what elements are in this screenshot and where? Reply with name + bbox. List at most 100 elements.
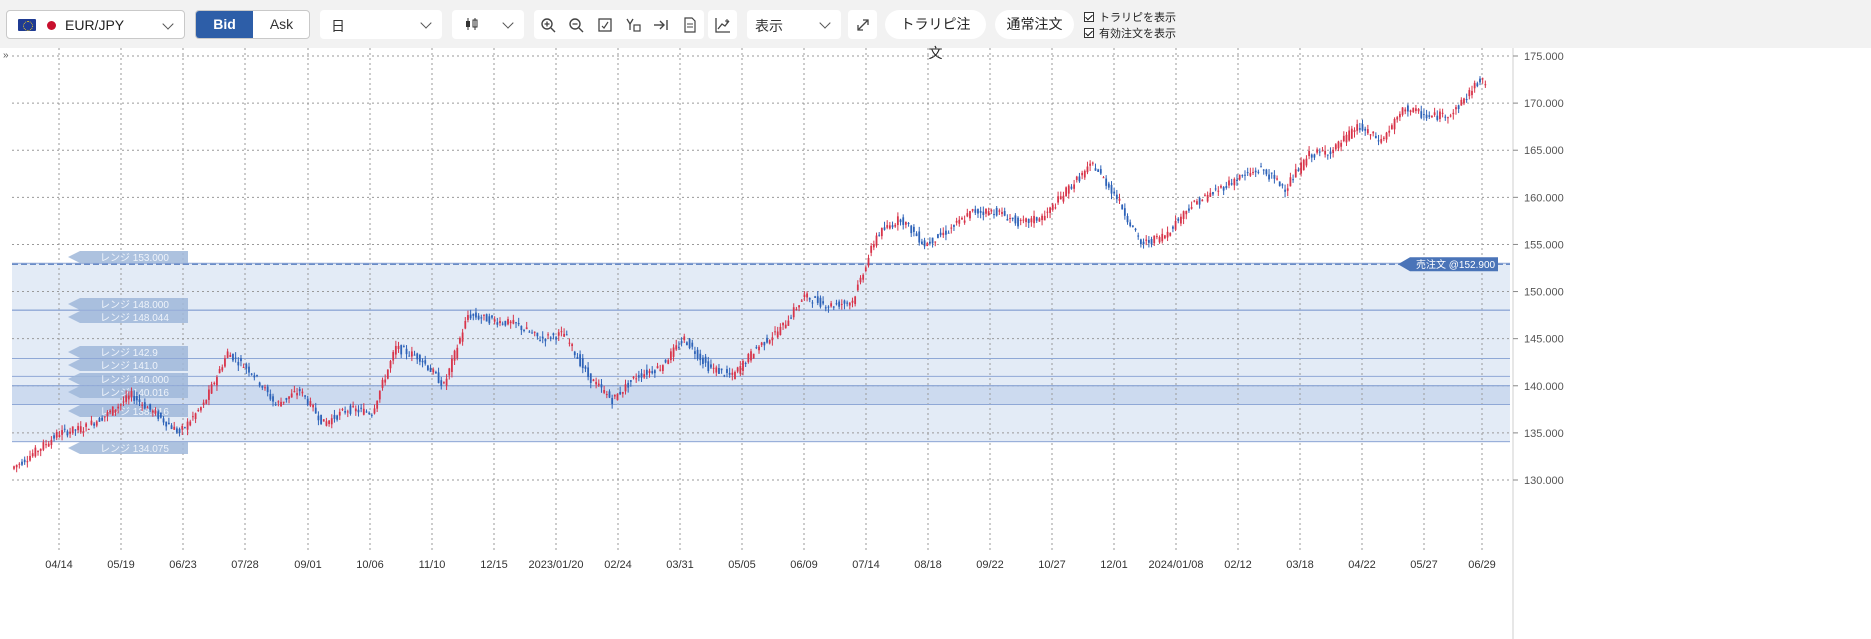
candlestick-icon [466, 18, 478, 30]
candle-body [274, 404, 277, 406]
candle-body [1252, 172, 1254, 174]
fit-button[interactable] [591, 10, 619, 39]
bid-ask-toggle: Bid Ask [195, 10, 310, 39]
candle-body [1366, 129, 1369, 134]
candle-body [469, 314, 472, 319]
tsurupi-order-button[interactable]: トラリピ注文 [885, 10, 986, 61]
candle-body [1380, 138, 1383, 143]
candle-body [576, 356, 579, 359]
candle-body [1006, 219, 1009, 221]
range-tag-label: レンジ 134.075 [100, 444, 169, 455]
candle-body [507, 319, 509, 325]
normal-order-button[interactable]: 通常注文 [995, 10, 1074, 39]
candle-body [333, 414, 336, 419]
y-lock-button[interactable] [619, 10, 647, 39]
candle-body [934, 241, 937, 243]
candle-body [1415, 108, 1417, 111]
candle-body [787, 320, 790, 326]
candle-body [157, 411, 160, 419]
candle-body [451, 358, 453, 372]
price-axis-label: 130.000 [1524, 475, 1564, 487]
candlestick-chart[interactable]: 04/14 05/19 06/23 07/28 09/01 10/06 11/10 12/15… [12, 48, 1871, 639]
candle-body [1049, 207, 1051, 213]
candle-body [782, 322, 784, 326]
candle-body [635, 378, 638, 380]
candle-body [1102, 177, 1105, 179]
candle-body [349, 405, 352, 414]
candle-body [325, 421, 328, 426]
candle-body [539, 340, 541, 342]
candle-body [432, 369, 435, 373]
candle-body [1233, 179, 1236, 186]
candle-body [200, 407, 202, 411]
candle-body [1254, 170, 1257, 173]
candle-body [683, 336, 686, 341]
candle-body [629, 380, 632, 382]
display-select[interactable]: 表示 [747, 10, 841, 39]
ask-button[interactable]: Ask [253, 11, 309, 38]
candle-body [544, 338, 547, 342]
candle-body [1217, 190, 1220, 192]
chart-type-select[interactable] [452, 10, 524, 39]
candle-body [63, 428, 66, 430]
candle-body [445, 378, 448, 386]
candle-body [135, 396, 138, 401]
candle-body [760, 342, 763, 346]
candle-body [979, 210, 982, 213]
price-axis-label: 165.000 [1524, 145, 1564, 157]
show-tsurupi-label: トラリピを表示 [1099, 12, 1176, 24]
candle-body [921, 241, 923, 244]
show-orders-checkbox[interactable]: 有効注文を表示 [1084, 25, 1176, 41]
report-button[interactable] [676, 10, 704, 39]
fullscreen-button[interactable] [848, 10, 877, 39]
price-chart[interactable]: 04/14 05/19 06/23 07/28 09/01 10/06 11/10 12/15… [12, 48, 1871, 639]
candle-body [523, 330, 525, 332]
x-axis-label: 05/27 [1410, 559, 1438, 571]
candle-body [437, 372, 440, 384]
drawing-tool-button[interactable] [708, 10, 737, 39]
candle-body [370, 414, 373, 416]
candle-body [248, 366, 250, 373]
candle-body [686, 342, 688, 346]
candle-body [194, 413, 197, 420]
candle-body [290, 393, 293, 398]
candle-body [1228, 180, 1230, 186]
candle-body [1374, 135, 1377, 139]
candle-body [55, 432, 58, 438]
candle-body [1372, 131, 1375, 134]
candle-body [34, 447, 37, 457]
candle-body [926, 243, 929, 247]
candle-body [159, 412, 162, 418]
show-tsurupi-checkbox[interactable]: トラリピを表示 [1084, 9, 1176, 25]
candle-body [1212, 191, 1214, 195]
zoom-in-icon [541, 17, 556, 32]
zoom-out-button[interactable] [562, 10, 590, 39]
candle-body [103, 416, 106, 418]
candle-body [352, 405, 355, 407]
candle-body [429, 367, 432, 373]
candle-body [1439, 111, 1441, 119]
scroll-to-latest-button[interactable] [647, 10, 675, 39]
zoom-in-button[interactable] [534, 10, 562, 39]
candle-body [726, 369, 728, 373]
candle-body [405, 348, 408, 355]
currency-pair-select[interactable]: EUR/JPY [6, 10, 185, 39]
candle-body [293, 391, 296, 393]
candle-body [1164, 235, 1166, 239]
candle-body [1222, 187, 1225, 191]
candle-body [800, 300, 803, 302]
candle-body [1284, 189, 1286, 192]
bid-button[interactable]: Bid [196, 11, 253, 38]
x-axis-label: 11/10 [419, 559, 446, 571]
candle-body [1001, 211, 1003, 215]
candle-body [1455, 107, 1457, 110]
candle-body [910, 225, 913, 234]
candle-body [45, 444, 47, 446]
expand-panel-icon[interactable]: » [3, 50, 9, 61]
price-axis-label: 160.000 [1524, 192, 1564, 204]
candle-body [811, 302, 814, 304]
candle-body [995, 207, 998, 216]
period-select[interactable]: 日 [320, 10, 442, 39]
candle-body [221, 367, 224, 371]
candle-body [1025, 218, 1027, 223]
